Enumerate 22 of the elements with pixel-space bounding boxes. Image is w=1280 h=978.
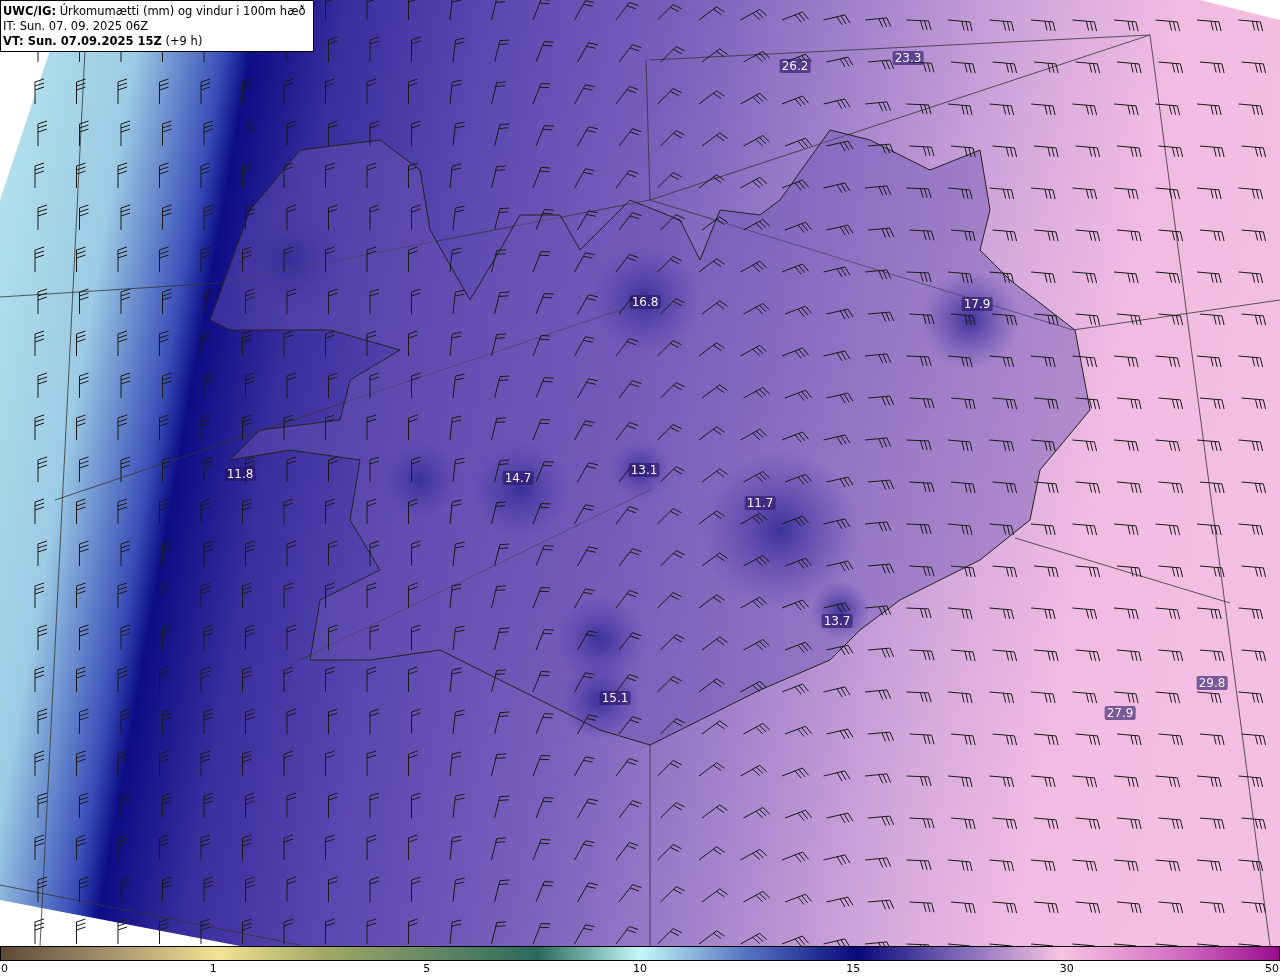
- value-label: 17.9: [961, 297, 993, 311]
- colorbar-tick-label: 50: [1265, 962, 1279, 975]
- colorbar-tick-label: 1: [209, 962, 217, 975]
- value-label: 29.8: [1196, 676, 1228, 690]
- value-label: 15.1: [599, 691, 631, 705]
- value-label: 13.7: [821, 614, 853, 628]
- valid-time: VT: Sun. 07.09.2025 15Z (+9 h): [3, 34, 204, 49]
- value-label: 14.7: [502, 471, 534, 485]
- value-label: 16.8: [629, 295, 661, 309]
- colorbar-tick-label: 30: [1059, 962, 1074, 975]
- value-label: 13.1: [628, 463, 660, 477]
- value-label: 11.7: [744, 496, 776, 510]
- init-time: IT: Sun. 07. 09. 2025 06Z: [3, 19, 150, 34]
- colorbar-tick-label: 10: [633, 962, 647, 975]
- value-label: 11.8: [224, 467, 256, 481]
- colorbar-tick-label: 5: [423, 962, 431, 975]
- colorbar-tick-label: 0: [1, 962, 8, 975]
- value-label: 23.3: [892, 51, 924, 65]
- colorbar-tick-label: 15: [846, 962, 861, 975]
- map-title: UWC/IG: Úrkomumætti (mm) og vindur i 100m hæð: [3, 4, 307, 19]
- value-label: 27.9: [1104, 706, 1136, 720]
- value-label: 26.2: [779, 59, 811, 73]
